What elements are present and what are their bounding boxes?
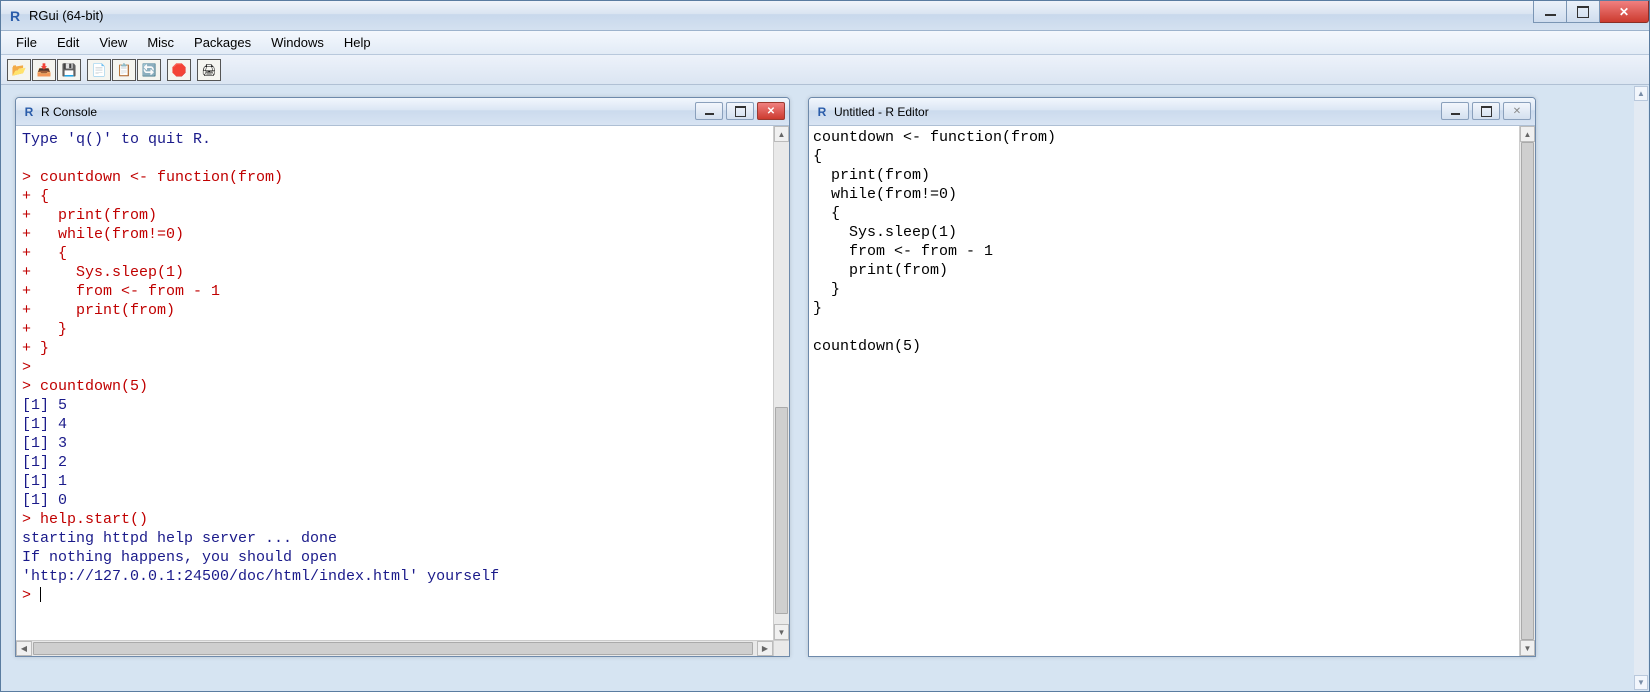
- scroll-down-icon[interactable]: ▼: [1634, 675, 1648, 690]
- scroll-up-icon[interactable]: ▲: [1520, 126, 1535, 142]
- menu-edit[interactable]: Edit: [48, 32, 88, 53]
- copy-icon[interactable]: 📄: [87, 59, 111, 81]
- menu-misc[interactable]: Misc: [138, 32, 183, 53]
- console-window: R R Console Type 'q()' to quit R. > coun…: [15, 97, 790, 657]
- scroll-left-icon[interactable]: ◀: [16, 641, 32, 656]
- menu-file[interactable]: File: [7, 32, 46, 53]
- editor-textarea[interactable]: countdown <- function(from) { print(from…: [809, 126, 1519, 656]
- main-titlebar: R RGui (64-bit): [1, 1, 1649, 31]
- menu-windows[interactable]: Windows: [262, 32, 333, 53]
- console-title: R Console: [41, 105, 97, 119]
- menubar: File Edit View Misc Packages Windows Hel…: [1, 31, 1649, 55]
- console-maximize-button[interactable]: [726, 102, 754, 120]
- toolbar: 📂📥💾 📄📋🔄 🛑 🖨: [1, 55, 1649, 85]
- console-titlebar[interactable]: R R Console: [16, 98, 789, 126]
- main-close-button[interactable]: [1599, 1, 1649, 23]
- r-editor-icon: R: [815, 105, 829, 119]
- r-console-icon: R: [22, 105, 36, 119]
- stop-icon[interactable]: 🛑: [167, 59, 191, 81]
- app-title: RGui (64-bit): [29, 8, 103, 23]
- console-hscroll-thumb[interactable]: [33, 642, 753, 655]
- console-horizontal-scrollbar[interactable]: ◀ ▶: [16, 640, 773, 656]
- console-vscroll-thumb[interactable]: [775, 407, 788, 614]
- menu-view[interactable]: View: [90, 32, 136, 53]
- console-vertical-scrollbar[interactable]: ▲ ▼: [773, 126, 789, 640]
- editor-title: Untitled - R Editor: [834, 105, 929, 119]
- editor-vertical-scrollbar[interactable]: ▲ ▼: [1519, 126, 1535, 656]
- console-minimize-button[interactable]: [695, 102, 723, 120]
- open-icon[interactable]: 📂: [7, 59, 31, 81]
- scroll-up-icon[interactable]: ▲: [1634, 86, 1648, 101]
- editor-maximize-button[interactable]: [1472, 102, 1500, 120]
- paste-icon[interactable]: 📋: [112, 59, 136, 81]
- editor-titlebar[interactable]: R Untitled - R Editor: [809, 98, 1535, 126]
- main-minimize-button[interactable]: [1533, 1, 1567, 23]
- scroll-down-icon[interactable]: ▼: [1520, 640, 1535, 656]
- scroll-right-icon[interactable]: ▶: [757, 641, 773, 656]
- r-app-icon: R: [7, 8, 23, 24]
- editor-vscroll-thumb[interactable]: [1521, 142, 1534, 640]
- save-icon[interactable]: 💾: [57, 59, 81, 81]
- main-maximize-button[interactable]: [1566, 1, 1600, 23]
- mdi-vertical-scrollbar[interactable]: ▲ ▼: [1634, 86, 1648, 690]
- console-scroll-corner: [773, 640, 789, 656]
- load-workspace-icon[interactable]: 📥: [32, 59, 56, 81]
- scroll-up-icon[interactable]: ▲: [774, 126, 789, 142]
- menu-packages[interactable]: Packages: [185, 32, 260, 53]
- editor-body: countdown <- function(from) { print(from…: [809, 126, 1535, 656]
- console-body: Type 'q()' to quit R. > countdown <- fun…: [16, 126, 789, 656]
- console-output[interactable]: Type 'q()' to quit R. > countdown <- fun…: [16, 126, 773, 640]
- scroll-down-icon[interactable]: ▼: [774, 624, 789, 640]
- mdi-area: R R Console Type 'q()' to quit R. > coun…: [1, 85, 1649, 691]
- console-close-button[interactable]: [757, 102, 785, 120]
- copy-paste-icon[interactable]: 🔄: [137, 59, 161, 81]
- menu-help[interactable]: Help: [335, 32, 380, 53]
- print-icon[interactable]: 🖨: [197, 59, 221, 81]
- editor-window: R Untitled - R Editor countdown <- funct…: [808, 97, 1536, 657]
- editor-minimize-button[interactable]: [1441, 102, 1469, 120]
- editor-close-button[interactable]: [1503, 102, 1531, 120]
